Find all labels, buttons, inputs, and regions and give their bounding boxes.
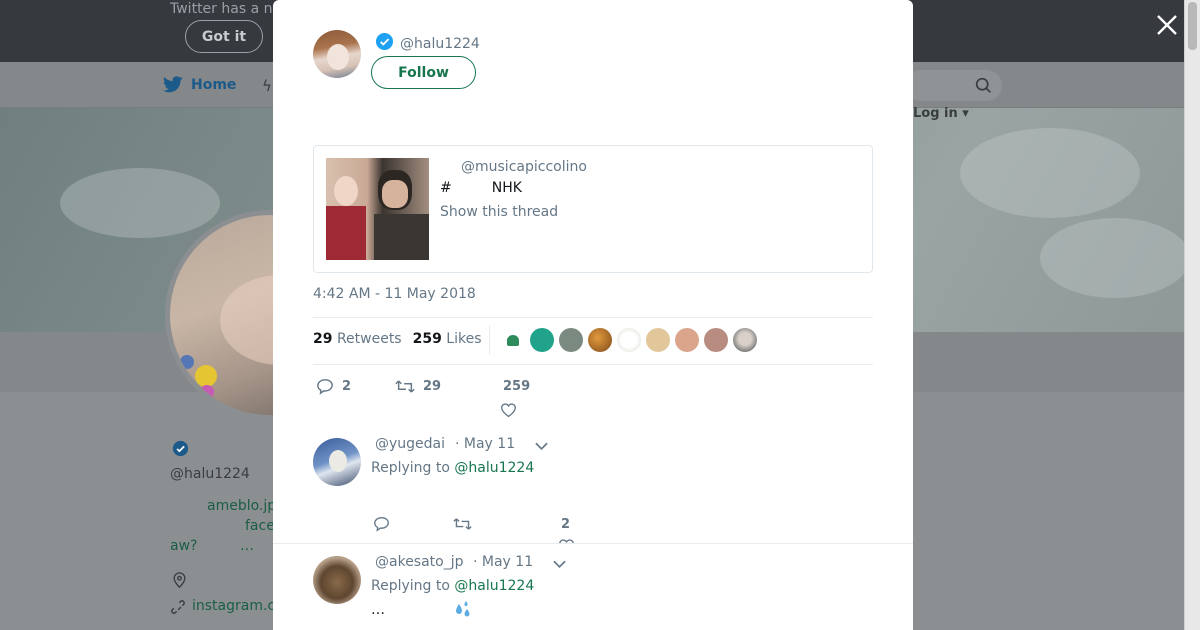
notice-text: Twitter has a n bbox=[170, 1, 273, 17]
divider bbox=[313, 317, 873, 318]
divider bbox=[489, 325, 490, 355]
retweets-stat[interactable]: 29 Retweets bbox=[313, 331, 402, 347]
reply-author-avatar[interactable] bbox=[313, 438, 361, 486]
liker-avatar[interactable] bbox=[704, 328, 728, 352]
retweet-count: 29 bbox=[423, 379, 442, 394]
likes-label: Likes bbox=[446, 331, 482, 347]
liker-avatars bbox=[501, 328, 757, 352]
location-icon bbox=[173, 572, 186, 588]
reply-icon[interactable] bbox=[373, 516, 390, 532]
chevron-down-icon[interactable] bbox=[535, 442, 548, 451]
liker-avatar[interactable] bbox=[617, 328, 641, 352]
reply-count: 2 bbox=[342, 379, 352, 394]
like-count: 259 bbox=[503, 379, 531, 394]
reply-author-handle[interactable]: @akesato_jp bbox=[375, 554, 464, 570]
bio-ellipsis: … bbox=[240, 538, 254, 554]
reply-icon bbox=[317, 379, 333, 395]
replying-to: Replying to @halu1224 bbox=[371, 460, 534, 476]
divider bbox=[313, 364, 873, 365]
verified-badge-icon bbox=[172, 440, 189, 457]
link-icon bbox=[171, 600, 185, 614]
replying-to-link[interactable]: @halu1224 bbox=[454, 578, 534, 594]
replying-prefix: Replying to bbox=[371, 460, 450, 476]
sweat-droplets-icon bbox=[456, 601, 470, 617]
reply-author-avatar[interactable] bbox=[313, 556, 361, 604]
scrollbar[interactable] bbox=[1184, 0, 1200, 630]
retweets-label: Retweets bbox=[336, 331, 402, 347]
retweets-count: 29 bbox=[313, 331, 333, 347]
likes-count: 259 bbox=[412, 331, 442, 347]
login-link[interactable]: Log in ▾ bbox=[913, 106, 969, 121]
nav-home-label: Home bbox=[191, 76, 237, 93]
liker-avatar[interactable] bbox=[588, 328, 612, 352]
search-input[interactable] bbox=[905, 70, 1002, 101]
quoted-tweet-image bbox=[326, 158, 429, 260]
follow-button[interactable]: Follow bbox=[371, 56, 476, 89]
reply-action[interactable]: 2 bbox=[316, 378, 351, 395]
reply-date[interactable]: · May 11 bbox=[473, 554, 533, 570]
reply-date[interactable]: · May 11 bbox=[455, 436, 515, 452]
retweet-action[interactable]: 29 bbox=[395, 378, 441, 395]
quoted-tweet-handle[interactable]: @musicapiccolino bbox=[461, 159, 587, 175]
profile-name[interactable] bbox=[170, 440, 189, 457]
retweet-icon bbox=[395, 380, 415, 393]
reply-author-handle[interactable]: @yugedai bbox=[375, 436, 445, 452]
tweet-author-handle[interactable]: @halu1224 bbox=[400, 36, 480, 52]
search-icon bbox=[975, 77, 991, 93]
close-icon[interactable] bbox=[1155, 13, 1179, 37]
reply-tweet-background bbox=[273, 544, 913, 630]
likes-stat[interactable]: 259 Likes bbox=[413, 331, 482, 347]
replying-to-link[interactable]: @halu1224 bbox=[454, 460, 534, 476]
tweet-timestamp[interactable]: 4:42 AM - 11 May 2018 bbox=[313, 286, 476, 302]
quoted-tweet[interactable]: @musicapiccolino # NHK Show this thread bbox=[313, 145, 873, 273]
twitter-bird-icon bbox=[163, 76, 183, 93]
verified-badge-icon bbox=[375, 32, 394, 51]
tweet-author-avatar[interactable] bbox=[313, 30, 361, 78]
replying-prefix: Replying to bbox=[371, 578, 450, 594]
login-label: Log in bbox=[913, 106, 958, 121]
liker-avatar[interactable] bbox=[733, 328, 757, 352]
replying-to: Replying to @halu1224 bbox=[371, 578, 534, 594]
liker-avatar[interactable] bbox=[675, 328, 699, 352]
instagram-link[interactable]: instagram.c bbox=[192, 598, 275, 614]
bio-link-facebook[interactable]: face bbox=[245, 518, 275, 534]
like-count-action[interactable]: 259 bbox=[503, 379, 530, 394]
liker-avatar[interactable] bbox=[646, 328, 670, 352]
bio-link-ameblo[interactable]: ameblo.jp bbox=[207, 498, 276, 514]
reply-text: … bbox=[371, 602, 385, 618]
scrollbar-thumb[interactable] bbox=[1188, 2, 1197, 50]
liker-avatar[interactable] bbox=[501, 328, 525, 352]
tweet-stats: 29 Retweets 259 Likes bbox=[313, 331, 482, 347]
nav-home[interactable]: Home bbox=[163, 76, 236, 93]
profile-handle: @halu1224 bbox=[170, 466, 250, 482]
liker-avatar[interactable] bbox=[559, 328, 583, 352]
got-it-button[interactable]: Got it bbox=[185, 20, 263, 53]
show-thread-link[interactable]: Show this thread bbox=[440, 204, 558, 220]
moments-icon[interactable]: ϟ bbox=[262, 77, 272, 95]
chevron-down-icon[interactable] bbox=[553, 560, 566, 569]
heart-icon[interactable] bbox=[500, 402, 517, 418]
tweet-modal: @halu1224 Follow @musicapiccolino # NHK … bbox=[273, 0, 913, 630]
retweet-icon[interactable] bbox=[453, 516, 472, 532]
quoted-tweet-text: # NHK bbox=[440, 180, 522, 196]
liker-avatar[interactable] bbox=[530, 328, 554, 352]
bio-text: aw? bbox=[170, 538, 198, 554]
reply-like-count: 2 bbox=[561, 517, 571, 532]
